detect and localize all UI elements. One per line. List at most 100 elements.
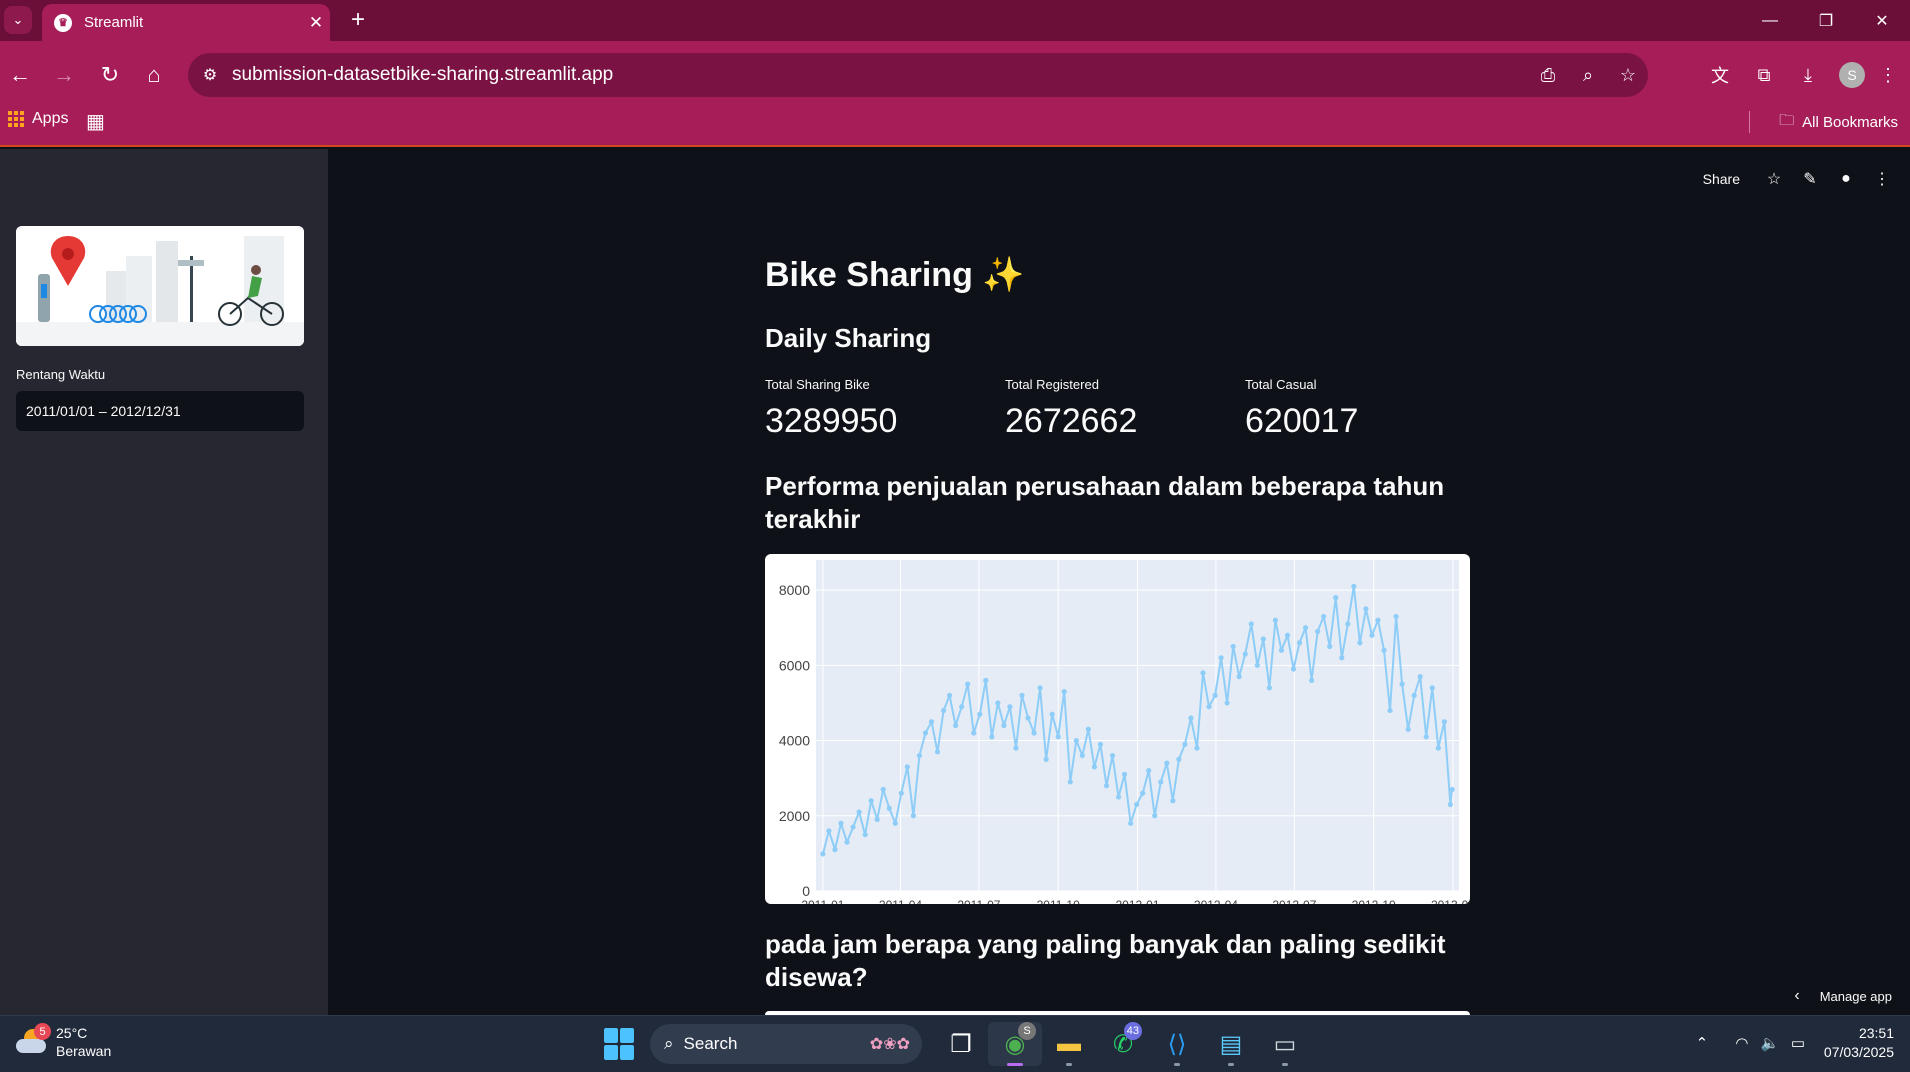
tab-groups-icon[interactable]: ▦ <box>86 109 105 134</box>
data-point <box>820 851 826 857</box>
new-tab-plus-icon[interactable]: + <box>344 6 372 34</box>
battery-icon[interactable]: ▭ <box>1784 1034 1812 1052</box>
volume-icon[interactable]: 🔈 <box>1756 1034 1784 1052</box>
back-arrow-icon[interactable]: ← <box>4 59 36 91</box>
data-point <box>898 790 904 796</box>
data-point <box>1194 745 1200 751</box>
install-app-icon[interactable]: ⎙ <box>1528 65 1568 86</box>
manage-app-button[interactable]: ‹ Manage app <box>1794 987 1892 1005</box>
date-range-input[interactable]: 2011/01/01 – 2012/12/31 <box>16 391 304 431</box>
bookmarks-bar: Apps ▦ 🗀 All Bookmarks <box>0 101 1910 141</box>
main-menu-icon[interactable]: ⋮ <box>1864 169 1900 189</box>
metric-value: 2672662 <box>1005 402 1138 440</box>
data-point <box>965 681 971 687</box>
edit-pencil-icon[interactable]: ✎ <box>1792 169 1828 189</box>
bookmark-star-icon[interactable]: ☆ <box>1608 65 1648 86</box>
notepad-icon[interactable]: ▤ <box>1204 1022 1258 1066</box>
date-range-label: Rentang Waktu <box>16 367 106 382</box>
metric-label: Total Sharing Bike <box>765 377 870 392</box>
home-icon[interactable]: ⌂ <box>138 59 170 91</box>
translate-icon[interactable]: 文 <box>1698 62 1742 88</box>
date: 07/03/2025 <box>1823 1044 1894 1060</box>
taskbar-search[interactable]: ⌕ Search ✿❀✿ <box>650 1024 922 1064</box>
data-point <box>1339 655 1345 661</box>
data-point <box>838 820 844 826</box>
manage-app-label: Manage app <box>1819 988 1892 1004</box>
minimize-icon[interactable]: — <box>1742 0 1798 41</box>
data-point <box>1242 651 1248 657</box>
reload-icon[interactable]: ↻ <box>94 59 126 91</box>
data-point <box>1321 613 1327 620</box>
data-point <box>1115 794 1122 800</box>
github-icon[interactable]: ● <box>1828 170 1864 188</box>
data-point <box>1272 617 1279 623</box>
data-point <box>1375 617 1381 623</box>
search-decoration-icon: ✿❀✿ <box>869 1036 910 1053</box>
vscode-icon[interactable]: ⟨⟩ <box>1150 1022 1204 1066</box>
data-point <box>1447 801 1453 808</box>
browser-menu-icon[interactable]: ⋮ <box>1874 65 1902 86</box>
data-point <box>1309 677 1315 683</box>
show-hidden-icons-chevron-icon[interactable]: ⌃ <box>1688 1034 1716 1052</box>
browser-tab[interactable]: ♛ Streamlit ✕ <box>42 4 330 41</box>
extensions-icon[interactable]: ⧉ <box>1742 65 1786 86</box>
terminal-icon[interactable]: ▭ <box>1258 1022 1312 1066</box>
whatsapp-icon[interactable]: ✆ 43 <box>1096 1022 1150 1066</box>
x-tick-label: 2011-01 <box>801 898 844 904</box>
windows-start-icon[interactable] <box>604 1028 636 1060</box>
task-view-icon[interactable]: ❐ <box>934 1022 988 1066</box>
metric-total-sharing: Total Sharing Bike 3289950 <box>765 377 995 441</box>
data-point <box>1079 752 1085 759</box>
address-bar[interactable]: ⚙ submission-datasetbike-sharing.streaml… <box>188 53 1648 97</box>
chart-svg: 0 2000 4000 6000 8000 2011-01 2011-04 2011-07 20… <box>779 560 1470 904</box>
daily-sharing-subheader: Daily Sharing <box>765 323 932 353</box>
all-bookmarks[interactable]: 🗀 All Bookmarks <box>1779 110 1898 135</box>
hourly-rentals-title: pada jam berapa yang paling banyak dan p… <box>765 929 1446 992</box>
data-point <box>1019 692 1025 699</box>
bike-sharing-illustration <box>16 226 304 346</box>
y-tick-label: 8000 <box>779 582 810 598</box>
data-point <box>1097 741 1104 747</box>
downloads-icon[interactable]: ⤓ <box>1786 65 1830 86</box>
time: 23:51 <box>1858 1025 1894 1041</box>
data-point <box>1363 606 1369 612</box>
data-point <box>977 711 983 717</box>
data-point <box>1128 820 1134 826</box>
data-point <box>1049 711 1055 717</box>
data-point <box>1037 685 1043 691</box>
data-point <box>1091 764 1098 770</box>
share-button[interactable]: Share <box>1703 171 1740 187</box>
toolbar-right-icons: 文 ⧉ ⤓ S ⋮ <box>1698 53 1902 97</box>
file-explorer-icon[interactable]: ▬ <box>1042 1022 1096 1066</box>
x-tick-label: 2011-10 <box>1037 898 1080 904</box>
wifi-icon[interactable]: ◠ <box>1728 1034 1756 1052</box>
forward-arrow-icon[interactable]: → <box>48 59 80 91</box>
metric-total-casual: Total Casual 620017 <box>1245 377 1475 441</box>
tab-close-icon[interactable]: ✕ <box>302 13 330 33</box>
data-point <box>1315 628 1321 635</box>
site-info-icon[interactable]: ⚙ <box>188 65 232 85</box>
data-point <box>1254 662 1260 668</box>
system-tray: ⌃ ◠ 🔈 ▭ 23:51 07/03/2025 <box>1688 1024 1894 1062</box>
clock[interactable]: 23:51 07/03/2025 <box>1824 1024 1894 1062</box>
bookmark-apps[interactable]: Apps <box>8 110 68 128</box>
zoom-icon[interactable]: ⌕ <box>1568 65 1608 86</box>
x-tick-label: 2011-07 <box>957 898 1000 904</box>
url-text[interactable]: submission-datasetbike-sharing.streamlit… <box>232 64 1528 86</box>
data-point <box>844 839 850 845</box>
restore-icon[interactable]: ❐ <box>1798 0 1854 41</box>
tab-search-chevron-icon[interactable]: ⌄ <box>4 6 32 34</box>
window-close-icon[interactable]: ✕ <box>1854 0 1910 41</box>
data-point <box>1182 741 1188 747</box>
star-icon[interactable]: ☆ <box>1756 169 1792 189</box>
chrome-taskbar-icon[interactable]: ◉ S <box>988 1022 1042 1066</box>
data-point <box>826 828 832 834</box>
weather-widget[interactable]: 5 25°C Berawan <box>14 1023 111 1060</box>
profile-avatar[interactable]: S <box>1839 62 1865 88</box>
data-point <box>922 730 929 736</box>
window-controls: — ❐ ✕ <box>1742 0 1910 41</box>
sidebar: Rentang Waktu 2011/01/01 – 2012/12/31 <box>0 149 328 1015</box>
data-point <box>868 798 874 804</box>
metric-value: 620017 <box>1245 402 1359 440</box>
data-point <box>1296 640 1303 646</box>
